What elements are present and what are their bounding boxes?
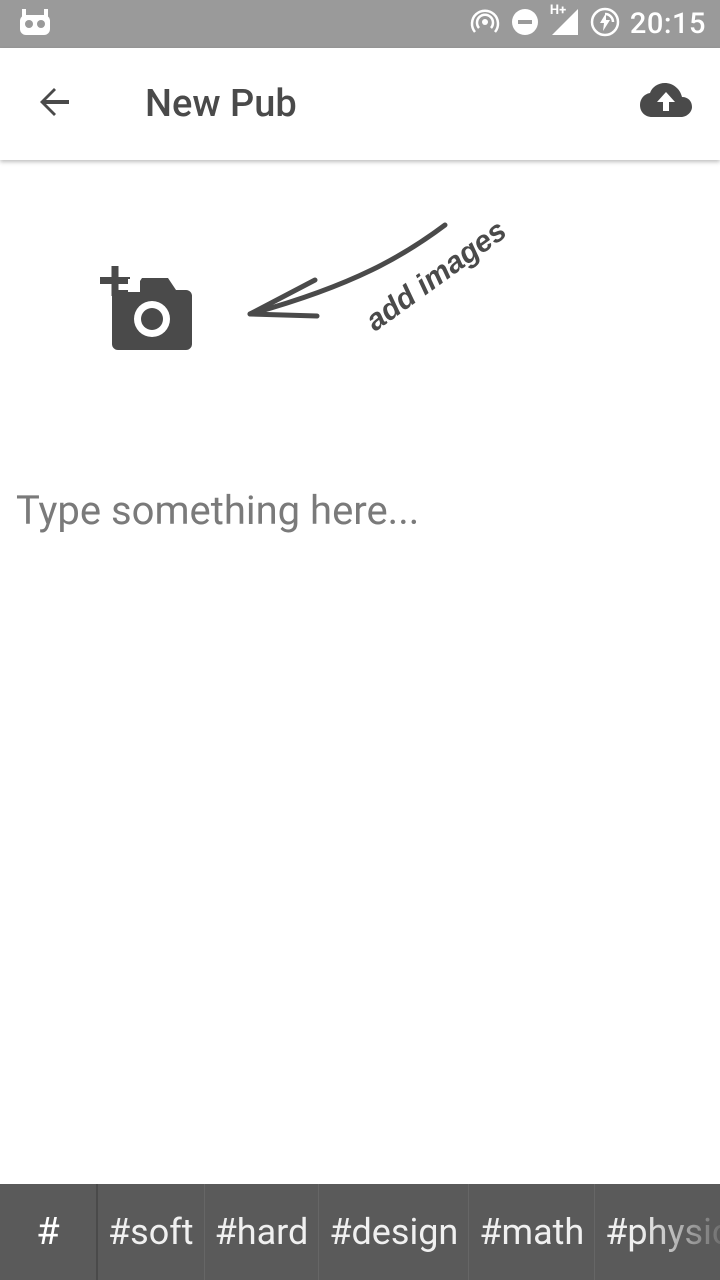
tag-hard[interactable]: #hard — [205, 1184, 320, 1280]
upload-button[interactable] — [636, 78, 696, 128]
android-debug-icon — [18, 9, 52, 41]
signal-icon: H+ — [550, 3, 580, 41]
tag-soft[interactable]: #soft — [98, 1184, 205, 1280]
tag-design[interactable]: #design — [319, 1184, 470, 1280]
battery-charging-icon — [590, 7, 620, 41]
tag-bar: # #soft #hard #design #math #physics — [0, 1184, 720, 1280]
hotspot-icon — [470, 7, 500, 41]
hashtag-button[interactable]: # — [0, 1184, 98, 1280]
add-a-photo-icon — [98, 266, 198, 359]
do-not-disturb-icon — [510, 7, 540, 41]
app-bar: New Pub — [0, 48, 720, 160]
post-text-input[interactable] — [16, 480, 706, 540]
cloud-upload-icon — [640, 83, 692, 123]
page-title: New Pub — [145, 82, 297, 126]
back-button[interactable] — [30, 82, 80, 126]
tag-physics[interactable]: #physics — [595, 1184, 720, 1280]
network-type-label: H+ — [549, 3, 567, 18]
arrow-back-icon — [37, 84, 73, 124]
status-bar: H+ 20:15 — [0, 0, 720, 48]
add-images-hint: add images — [235, 210, 535, 350]
status-time: 20:15 — [629, 7, 706, 41]
tag-math[interactable]: #math — [469, 1184, 596, 1280]
tag-list: #soft #hard #design #math #physics — [98, 1184, 720, 1280]
add-photo-button[interactable] — [98, 265, 198, 355]
